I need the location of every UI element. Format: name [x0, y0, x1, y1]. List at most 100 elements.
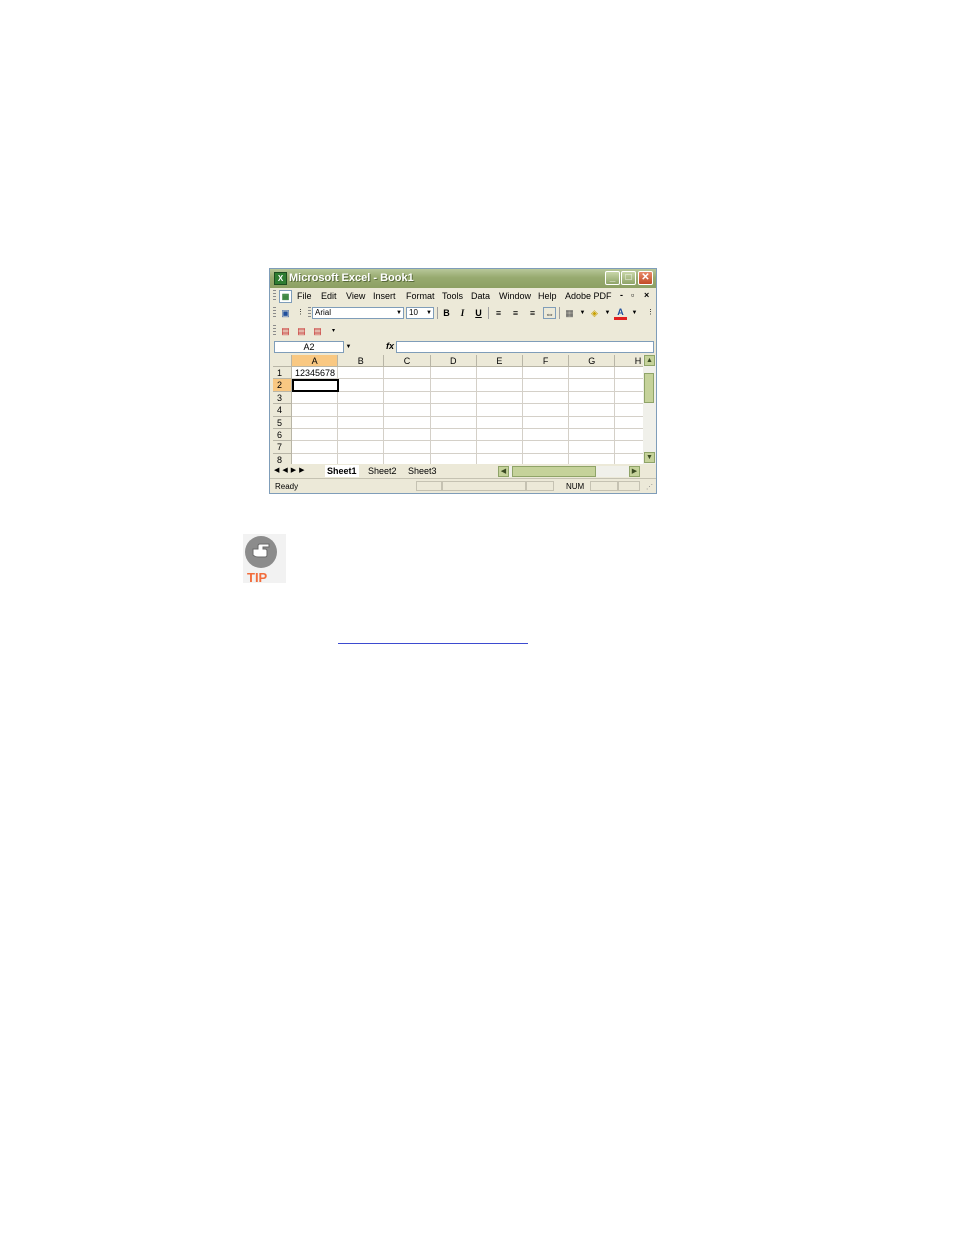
merge-center-icon[interactable]: ⇔ — [543, 307, 556, 319]
borders-icon[interactable]: ▦ — [563, 307, 576, 319]
doc-restore-button[interactable]: ▫ — [631, 290, 634, 300]
column-header-a[interactable]: A — [292, 355, 339, 367]
doc-close-button[interactable]: × — [644, 290, 649, 300]
toolbar-grip-2[interactable] — [308, 307, 311, 319]
underline-button[interactable]: U — [472, 307, 485, 319]
toolbar-options-icon[interactable]: ⋮ — [294, 307, 307, 319]
close-button[interactable]: ✕ — [638, 271, 653, 285]
maximize-button[interactable]: □ — [621, 271, 636, 285]
fill-color-icon[interactable]: ◈ — [588, 307, 601, 319]
menu-help[interactable]: Help — [538, 291, 557, 301]
gridline — [292, 378, 643, 380]
row-header-5[interactable]: 5 — [273, 416, 292, 429]
vertical-scroll-thumb[interactable] — [644, 373, 654, 403]
column-header-h[interactable]: H — [615, 355, 643, 367]
row-header-6[interactable]: 6 — [273, 429, 292, 442]
font-color-button[interactable]: A — [614, 307, 627, 320]
tab-sheet3[interactable]: Sheet3 — [408, 465, 437, 477]
font-color-dropdown-icon[interactable]: ▼ — [628, 307, 641, 319]
gridline — [292, 415, 643, 417]
fill-dropdown-icon[interactable]: ▼ — [601, 307, 614, 319]
column-header-e[interactable]: E — [476, 355, 523, 367]
gridline — [292, 390, 643, 392]
bold-button[interactable]: B — [440, 307, 453, 319]
scroll-up-icon[interactable]: ▲ — [644, 355, 655, 366]
scroll-down-icon[interactable]: ▼ — [644, 452, 655, 463]
resize-grip-icon[interactable]: ⋰ — [646, 483, 653, 491]
column-header-g[interactable]: G — [569, 355, 616, 367]
toolbar-options-icon[interactable]: ⋮ — [644, 307, 656, 319]
gridline — [292, 428, 643, 429]
align-right-icon[interactable]: ≡ — [526, 307, 539, 319]
menu-file[interactable]: File — [297, 291, 312, 301]
separator — [559, 307, 560, 319]
tip-icon: TIP — [243, 534, 286, 585]
column-header-b[interactable]: B — [338, 355, 385, 367]
font-size-select[interactable]: 10 ▼ — [406, 307, 434, 319]
menu-grip[interactable] — [273, 290, 276, 302]
convert-pdf-icon[interactable]: ▤ — [279, 325, 292, 337]
name-box-dropdown-icon[interactable]: ▼ — [342, 341, 355, 353]
toolbar-grip[interactable] — [273, 307, 276, 319]
vertical-scrollbar[interactable]: ▲ ▼ — [643, 355, 656, 464]
convert-review-pdf-icon[interactable]: ▤ — [311, 325, 324, 337]
menu-format[interactable]: Format — [406, 291, 435, 301]
excel-app-icon[interactable]: X — [274, 272, 287, 285]
column-header-f[interactable]: F — [523, 355, 570, 367]
name-box[interactable]: A2 — [274, 341, 344, 353]
row-header-8[interactable]: 8 — [273, 453, 292, 464]
pointing-hand-icon — [252, 543, 270, 558]
title-bar[interactable]: X Microsoft Excel - Book1 _ □ ✕ — [270, 269, 656, 288]
cell-a1[interactable]: 12345678 — [295, 367, 335, 379]
menu-edit[interactable]: Edit — [321, 291, 337, 301]
document-icon[interactable]: ▦ — [279, 290, 292, 303]
menu-view[interactable]: View — [346, 291, 365, 301]
status-panel — [442, 481, 526, 491]
status-panel — [526, 481, 554, 491]
active-cell-a2[interactable] — [292, 379, 339, 392]
hyperlink-underline[interactable] — [338, 643, 528, 644]
row-header-3[interactable]: 3 — [273, 391, 292, 405]
menu-adobe-pdf[interactable]: Adobe PDF — [565, 291, 612, 301]
italic-button[interactable]: I — [456, 307, 469, 319]
minimize-button[interactable]: _ — [605, 271, 620, 285]
row-header-2[interactable]: 2 — [273, 379, 292, 392]
align-left-icon[interactable]: ≡ — [492, 307, 505, 319]
scroll-left-icon[interactable]: ◀ — [498, 466, 509, 477]
menu-tools[interactable]: Tools — [442, 291, 463, 301]
scroll-right-icon[interactable]: ▶ — [629, 466, 640, 477]
font-select[interactable]: Arial ▼ — [312, 307, 404, 319]
status-text: Ready — [275, 482, 299, 491]
status-bar: Ready NUM ⋰ — [270, 478, 656, 493]
menu-data[interactable]: Data — [471, 291, 490, 301]
tab-navigation-icon[interactable]: ◀◀▶▶ — [274, 466, 308, 474]
sheet-tabs-bar: ◀◀▶▶ Sheet1 Sheet2 Sheet3 ◀ ▶ — [270, 464, 656, 478]
column-header-d[interactable]: D — [430, 355, 477, 367]
align-center-icon[interactable]: ≡ — [509, 307, 522, 319]
menu-window[interactable]: Window — [499, 291, 531, 301]
insert-function-icon[interactable]: fx — [386, 341, 394, 351]
tab-sheet1[interactable]: Sheet1 — [325, 465, 359, 477]
separator — [437, 307, 438, 319]
save-icon[interactable]: ▣ — [279, 307, 292, 319]
row-header-7[interactable]: 7 — [273, 441, 292, 454]
row-header-4[interactable]: 4 — [273, 404, 292, 417]
horizontal-scroll-thumb[interactable] — [512, 466, 596, 477]
toolbar-grip[interactable] — [273, 325, 276, 337]
convert-email-pdf-icon[interactable]: ▤ — [295, 325, 308, 337]
formula-input[interactable] — [396, 341, 654, 353]
doc-minimize-button[interactable]: - — [620, 290, 623, 300]
column-header-c[interactable]: C — [384, 355, 431, 367]
row-header-1[interactable]: 1 — [273, 367, 292, 380]
spreadsheet-grid[interactable]: A B C D E F G H 1 2 3 4 5 6 7 8 12345678 — [273, 355, 643, 464]
formula-bar: A2 ▼ fx — [270, 340, 656, 355]
menu-insert[interactable]: Insert — [373, 291, 396, 301]
window-title: Microsoft Excel - Book1 — [289, 272, 414, 284]
excel-window: X Microsoft Excel - Book1 _ □ ✕ ▦ File E… — [269, 268, 657, 494]
chevron-down-icon: ▼ — [426, 310, 432, 316]
tab-sheet2[interactable]: Sheet2 — [368, 465, 397, 477]
formatting-toolbar: ▣ ⋮ Arial ▼ 10 ▼ B I U ≡ ≡ ≡ ⇔ ▦ ▼ ◈ ▼ A ▼… — [270, 305, 656, 322]
horizontal-scrollbar[interactable]: ◀ ▶ — [498, 466, 640, 477]
select-all-corner[interactable] — [273, 355, 292, 367]
toolbar-options-icon[interactable]: ▾ — [327, 325, 340, 337]
